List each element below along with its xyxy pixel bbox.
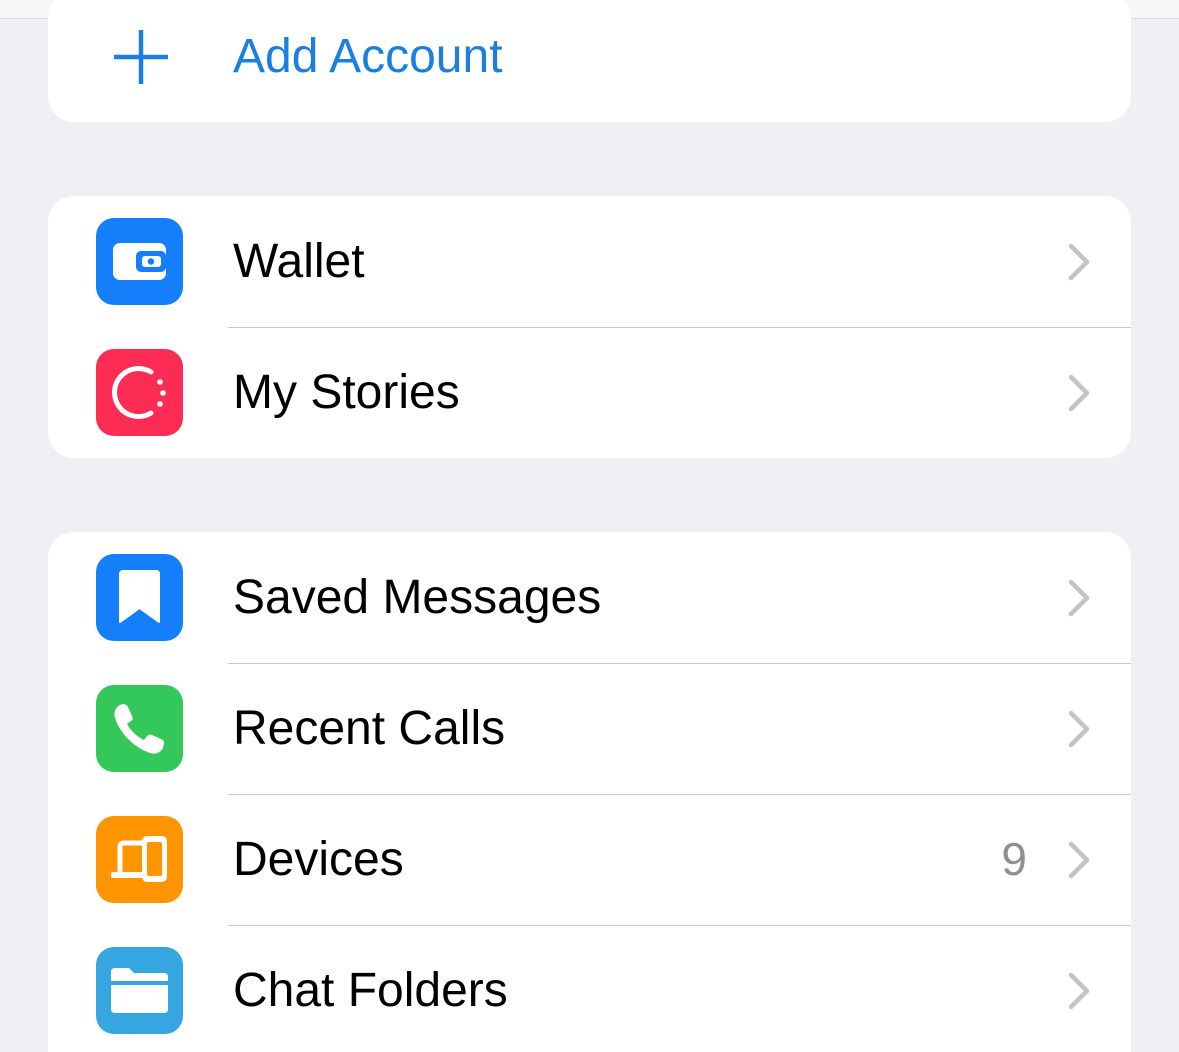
row-saved-messages[interactable]: Saved Messages [48, 532, 1131, 663]
row-label: Saved Messages [233, 571, 602, 624]
devices-count: 9 [1001, 833, 1027, 885]
wallet-stories-group: Wallet My Stories [48, 196, 1131, 458]
chevron-right-icon [1067, 373, 1091, 413]
stories-icon [96, 349, 183, 436]
row-devices[interactable]: Devices 9 [48, 794, 1131, 925]
chevron-right-icon [1067, 578, 1091, 618]
row-label: Chat Folders [233, 964, 508, 1017]
accounts-group: Add Account [48, 0, 1131, 122]
row-label: Recent Calls [233, 702, 506, 755]
row-label: My Stories [233, 366, 460, 419]
row-wallet[interactable]: Wallet [48, 196, 1131, 327]
row-recent-calls[interactable]: Recent Calls [48, 663, 1131, 794]
row-label: Devices [233, 833, 404, 886]
bookmark-icon [96, 554, 183, 641]
row-chat-folders[interactable]: Chat Folders [48, 925, 1131, 1052]
phone-icon [96, 685, 183, 772]
devices-icon [96, 816, 183, 903]
folder-icon [96, 947, 183, 1034]
row-label: Wallet [233, 235, 365, 288]
wallet-icon [96, 218, 183, 305]
row-my-stories[interactable]: My Stories [48, 327, 1131, 458]
plus-icon [111, 27, 171, 87]
chevron-right-icon [1067, 242, 1091, 282]
add-account-label: Add Account [233, 30, 503, 83]
chevron-right-icon [1067, 709, 1091, 749]
chevron-right-icon [1067, 971, 1091, 1011]
add-account-row[interactable]: Add Account [48, 0, 1131, 122]
chevron-right-icon [1067, 840, 1091, 880]
main-settings-group: Saved Messages Recent Calls Devices 9 Ch… [48, 532, 1131, 1052]
